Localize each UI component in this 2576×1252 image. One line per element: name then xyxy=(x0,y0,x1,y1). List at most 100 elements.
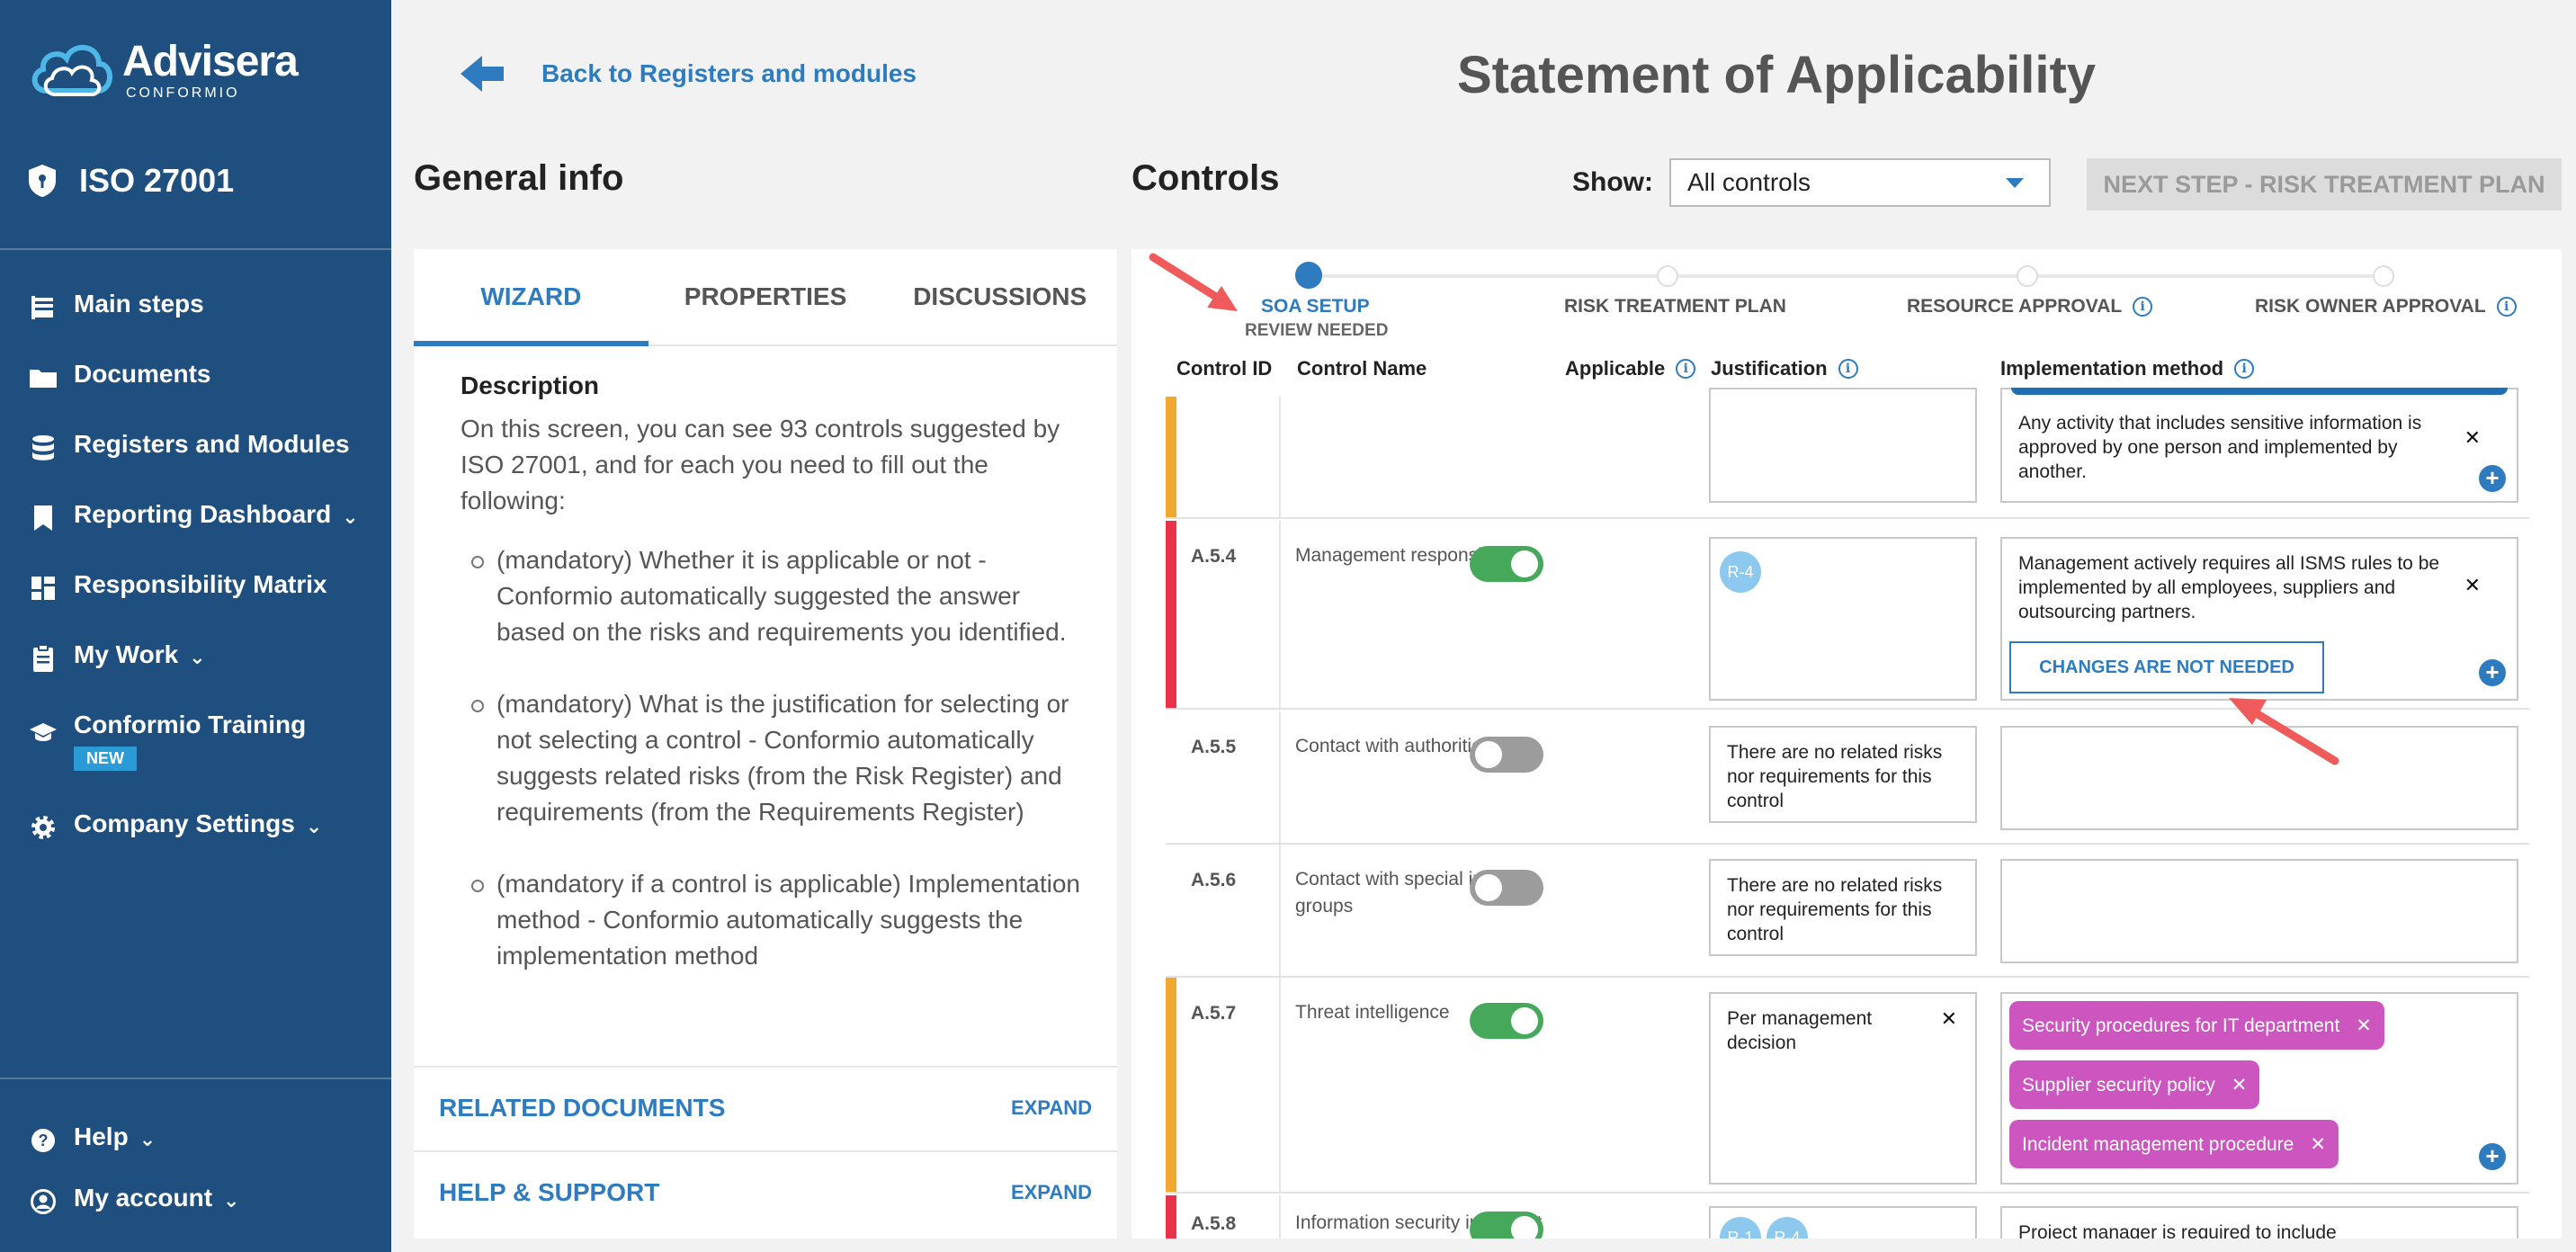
sidebar-item-label: Conformio Training xyxy=(74,711,307,738)
advisera-logo[interactable]: Advisera CONFORMIO xyxy=(27,32,299,110)
tab-wizard[interactable]: WIZARD xyxy=(414,249,648,346)
document-chip[interactable]: Supplier security policy ✕ xyxy=(2009,1060,2260,1109)
risk-chip[interactable]: R-4 xyxy=(1766,1217,1808,1239)
chip-label: Supplier security policy xyxy=(2022,1074,2215,1096)
info-icon[interactable]: i xyxy=(1838,359,1858,379)
step-label-risk-treatment[interactable]: RISK TREATMENT PLAN xyxy=(1564,296,1786,317)
implementation-field[interactable]: Any activity that includes sensitive inf… xyxy=(2000,388,2518,503)
step-dot-risk-owner-approval[interactable] xyxy=(2373,265,2394,287)
step-dot-resource-approval[interactable] xyxy=(2017,265,2038,287)
step-dot-risk-treatment[interactable] xyxy=(1657,265,1678,287)
justification-field[interactable] xyxy=(1709,388,1977,503)
logo-name: Advisera xyxy=(122,38,299,85)
status-strip xyxy=(1166,521,1176,708)
justification-field[interactable]: R-1 R-4 xyxy=(1709,1206,1977,1239)
implementation-field[interactable]: Project manager is required to include xyxy=(2000,1206,2518,1239)
sidebar-item-responsibility-matrix[interactable]: Responsibility Matrix xyxy=(27,570,387,640)
applicable-toggle[interactable] xyxy=(1470,1003,1543,1039)
risk-chip[interactable]: R-4 xyxy=(1720,551,1761,593)
implementation-field[interactable] xyxy=(2000,859,2518,963)
accordion-title: RELATED DOCUMENTS xyxy=(439,1094,726,1122)
column-header-label: Implementation method xyxy=(2000,357,2224,380)
general-info-panel: WIZARD PROPERTIES DISCUSSIONS Descriptio… xyxy=(414,249,1117,1239)
sidebar-item-main-steps[interactable]: Main steps xyxy=(27,290,387,360)
justification-field[interactable]: Per management decision ✕ xyxy=(1709,992,1977,1185)
sidebar-item-label: Main steps xyxy=(74,290,204,317)
add-icon[interactable]: + xyxy=(2479,1143,2506,1170)
tab-bar: WIZARD PROPERTIES DISCUSSIONS xyxy=(414,249,1117,346)
status-strip xyxy=(1166,978,1176,1192)
justification-field[interactable]: There are no related risks nor requireme… xyxy=(1709,859,1977,956)
close-icon[interactable]: ✕ xyxy=(2464,425,2481,450)
related-documents-accordion[interactable]: RELATED DOCUMENTS EXPAND xyxy=(414,1066,1117,1149)
sidebar-item-my-work[interactable]: My Work ⌄ xyxy=(27,640,387,711)
step-label-soa-setup[interactable]: SOA SETUP xyxy=(1261,296,1370,317)
info-icon[interactable]: i xyxy=(1676,359,1696,379)
tab-properties[interactable]: PROPERTIES xyxy=(648,249,883,344)
toggle-knob xyxy=(1475,874,1502,901)
expand-button[interactable]: EXPAND xyxy=(1011,1181,1092,1204)
sidebar-item-help[interactable]: ? Help ⌄ xyxy=(27,1122,239,1184)
scrolled-chip xyxy=(2011,388,2508,395)
column-header-label: Justification xyxy=(1711,357,1828,380)
close-icon[interactable]: ✕ xyxy=(2232,1073,2248,1097)
applicable-toggle[interactable] xyxy=(1470,737,1543,773)
step-dot-soa-setup[interactable] xyxy=(1295,262,1322,289)
tab-discussions[interactable]: DISCUSSIONS xyxy=(882,249,1117,344)
sidebar-item-my-account[interactable]: My account ⌄ xyxy=(27,1184,239,1245)
step-label-risk-owner-approval[interactable]: RISK OWNER APPROVAL i xyxy=(2255,296,2517,317)
expand-button[interactable]: EXPAND xyxy=(1011,1096,1092,1120)
sidebar-nav: Main steps Documents Registers and Modul… xyxy=(27,290,387,880)
step-status: REVIEW NEEDED xyxy=(1245,321,1389,340)
applicable-toggle[interactable] xyxy=(1470,546,1543,582)
status-strip xyxy=(1166,397,1176,517)
document-chip[interactable]: Security procedures for IT department ✕ xyxy=(2009,1001,2384,1050)
sidebar-item-registers[interactable]: Registers and Modules xyxy=(27,430,387,500)
info-icon[interactable]: i xyxy=(2496,297,2517,317)
column-header-control-name: Control Name xyxy=(1297,357,1427,380)
info-icon[interactable]: i xyxy=(2133,297,2153,317)
step-label-resource-approval[interactable]: RESOURCE APPROVAL i xyxy=(1907,296,2153,317)
standard-selector[interactable]: ISO 27001 xyxy=(27,162,234,200)
risk-chip[interactable]: R-1 xyxy=(1720,1217,1761,1239)
select-value: All controls xyxy=(1687,168,1811,196)
table-row: A.5.7 Threat intelligence Per management… xyxy=(1166,978,2529,1194)
close-icon[interactable]: ✕ xyxy=(2310,1132,2326,1157)
applicable-toggle[interactable] xyxy=(1470,1212,1543,1239)
add-icon[interactable]: + xyxy=(2479,465,2506,492)
info-icon[interactable]: i xyxy=(2234,359,2255,379)
justification-field[interactable]: R-4 xyxy=(1709,537,1977,701)
justification-text: Per management decision xyxy=(1727,1008,1873,1053)
help-support-accordion[interactable]: HELP & SUPPORT EXPAND xyxy=(414,1150,1117,1233)
annotation-arrow-icon xyxy=(2229,698,2339,765)
description-intro: On this screen, you can see 93 controls … xyxy=(461,415,1060,514)
sidebar-item-conformio-training[interactable]: Conformio Training NEW xyxy=(27,711,387,809)
shield-icon xyxy=(29,165,56,197)
description-title: Description xyxy=(461,371,600,399)
next-step-button[interactable]: NEXT STEP - RISK TREATMENT PLAN xyxy=(2087,158,2562,210)
sidebar-bottom-nav: ? Help ⌄ My account ⌄ xyxy=(27,1122,239,1245)
close-icon[interactable]: ✕ xyxy=(2356,1014,2372,1038)
column-divider xyxy=(1279,397,1281,517)
document-chip[interactable]: Incident management procedure ✕ xyxy=(2009,1120,2339,1168)
logo-sub: CONFORMIO xyxy=(126,85,240,101)
accordion-title: HELP & SUPPORT xyxy=(439,1178,660,1206)
column-divider xyxy=(1279,1195,1281,1239)
add-icon[interactable]: + xyxy=(2479,659,2506,686)
sidebar-item-company-settings[interactable]: Company Settings ⌄ xyxy=(27,809,387,880)
applicable-toggle[interactable] xyxy=(1470,870,1543,906)
new-badge: NEW xyxy=(74,747,137,771)
justification-field[interactable]: There are no related risks nor requireme… xyxy=(1709,726,1977,823)
implementation-field[interactable]: Management actively requires all ISMS ru… xyxy=(2000,537,2518,701)
chevron-down-icon: ⌄ xyxy=(342,505,359,528)
step-label-text: RESOURCE APPROVAL xyxy=(1907,296,2123,317)
close-icon[interactable]: ✕ xyxy=(1941,1006,1957,1031)
sidebar-item-reporting-dashboard[interactable]: Reporting Dashboard ⌄ xyxy=(27,500,387,570)
close-icon[interactable]: ✕ xyxy=(2464,573,2481,597)
back-link[interactable]: Back to Registers and modules xyxy=(459,52,917,95)
show-filter-select[interactable]: All controls xyxy=(1669,158,2051,207)
sidebar-item-documents[interactable]: Documents xyxy=(27,360,387,430)
implementation-field[interactable]: Security procedures for IT department ✕ S… xyxy=(2000,992,2518,1185)
control-id: A.5.5 xyxy=(1191,737,1237,757)
chevron-down-icon: ⌄ xyxy=(305,815,323,837)
